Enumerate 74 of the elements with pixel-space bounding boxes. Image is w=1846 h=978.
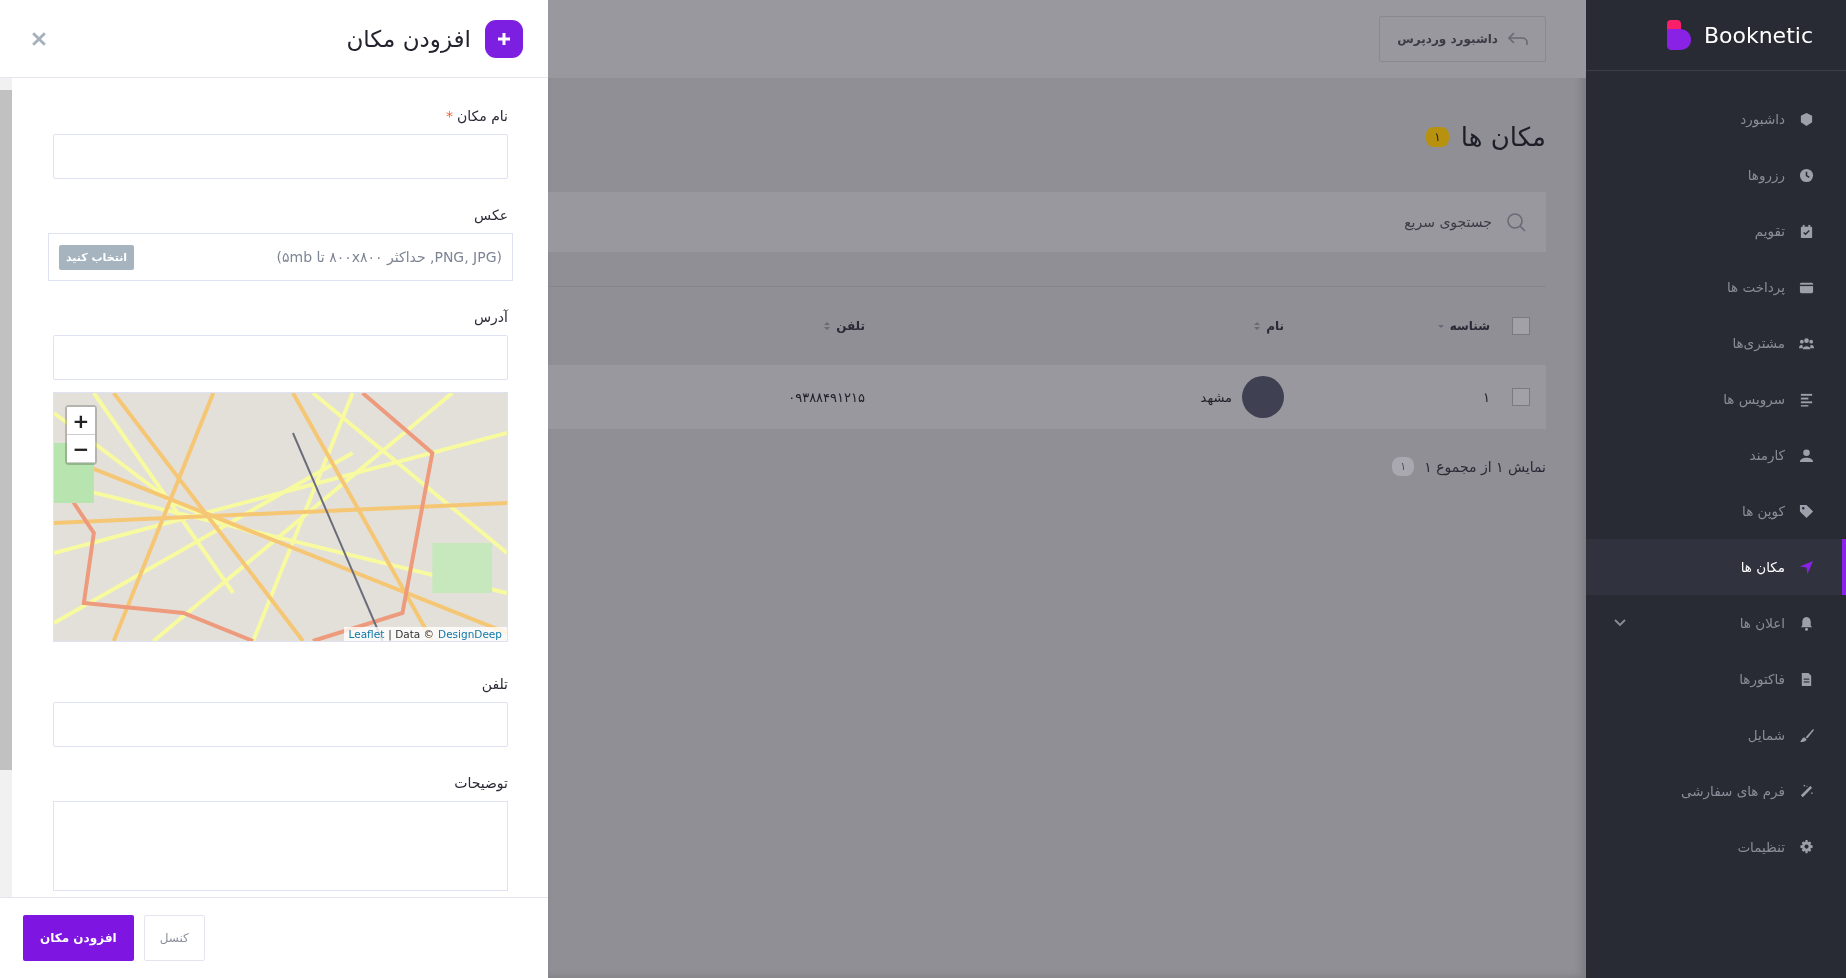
table-cell: ۰۹۳۸۸۴۹۱۲۱۵ xyxy=(788,389,865,405)
scrollbar[interactable] xyxy=(0,78,12,897)
field-label: تلفن xyxy=(481,676,508,692)
settings-icon xyxy=(1799,839,1814,855)
sidebar-item[interactable]: سرویس ها xyxy=(1586,371,1846,427)
logo-icon xyxy=(1665,19,1692,51)
magic-wand-icon xyxy=(1799,783,1814,799)
wordpress-dashboard-button[interactable]: داشبورد وردپرس xyxy=(1379,16,1546,62)
input-field[interactable] xyxy=(53,335,508,380)
sidebar-item[interactable]: مشتری‌ها xyxy=(1586,315,1846,371)
pagination-summary: نمایش ۱ از مجموع ۱ xyxy=(1424,458,1546,475)
chevron-down-icon[interactable] xyxy=(1614,619,1626,627)
row-checkbox[interactable] xyxy=(1512,388,1530,406)
zoom-in-button[interactable]: + xyxy=(67,407,95,435)
map-drawing[interactable] xyxy=(54,393,507,641)
users-icon xyxy=(1799,335,1814,351)
sort-icon[interactable] xyxy=(1253,321,1262,331)
field-label: نام مکان xyxy=(456,108,508,124)
sidebar-item[interactable]: فاکتورها xyxy=(1586,651,1846,707)
sidebar-item[interactable]: داشبورد xyxy=(1586,91,1846,147)
list-icon xyxy=(1799,391,1814,407)
person-icon xyxy=(1799,447,1814,463)
cube-icon xyxy=(1799,111,1814,127)
file-field[interactable]: (PNG, JPG, حداکثر ۸۰۰x۸۰۰ تا ۵mb) انتخاب کنید xyxy=(48,233,513,281)
input-field[interactable] xyxy=(53,702,508,747)
clock-icon xyxy=(1799,167,1814,183)
field-label: آدرس xyxy=(474,309,508,325)
table-cell: مشهد xyxy=(1200,389,1232,405)
field-label: توضیحات xyxy=(454,775,508,791)
sidebar-item[interactable]: مکان ها xyxy=(1586,539,1846,595)
sidebar-item[interactable]: اعلان ها xyxy=(1586,595,1846,651)
sidebar-item[interactable]: کارمند xyxy=(1586,427,1846,483)
search-field[interactable]: جستجوی سریع xyxy=(548,192,1546,252)
column-header[interactable]: شناسه xyxy=(1449,319,1490,333)
page-title: مکان ها xyxy=(1460,122,1546,152)
file-placeholder: (PNG, JPG, حداکثر ۸۰۰x۸۰۰ تا ۵mb) xyxy=(276,249,502,265)
textarea-field[interactable] xyxy=(53,801,508,891)
sidebar-item[interactable]: تنظیمات xyxy=(1586,819,1846,875)
calendar-icon xyxy=(1799,223,1814,239)
close-icon[interactable] xyxy=(32,31,46,46)
table-cell: ۱ xyxy=(1483,389,1490,405)
tag-icon xyxy=(1799,503,1814,519)
column-header[interactable]: نام xyxy=(1266,319,1284,333)
document-icon xyxy=(1799,671,1814,687)
sidebar-item[interactable]: شمایل xyxy=(1586,707,1846,763)
plus-icon xyxy=(485,19,523,58)
bell-icon xyxy=(1799,615,1814,631)
submit-button[interactable]: افزودن مکان xyxy=(23,915,134,961)
photo-placeholder xyxy=(1242,376,1284,418)
source-link[interactable]: DesignDeep xyxy=(438,628,502,640)
sidebar-item[interactable]: پرداخت ها xyxy=(1586,259,1846,315)
required-mark: * xyxy=(445,108,453,124)
brand-name: Booknetic xyxy=(1703,22,1813,48)
attribution-text: | Data © xyxy=(388,628,435,640)
field-label: عکس xyxy=(474,207,508,223)
sort-icon[interactable] xyxy=(823,321,832,331)
navigation-arrow-icon xyxy=(1799,559,1814,575)
return-arrow-icon xyxy=(1508,32,1528,46)
leaflet-link[interactable]: Leaflet xyxy=(348,628,385,640)
page-number[interactable]: ۱ xyxy=(1392,457,1415,476)
sidebar-item[interactable]: کوپن ها xyxy=(1586,483,1846,539)
zoom-out-button[interactable]: − xyxy=(67,435,95,463)
cancel-button[interactable]: کنسل xyxy=(143,915,205,961)
sidebar-item[interactable]: رزروها xyxy=(1586,147,1846,203)
panel-title: افزودن مکان xyxy=(346,25,471,52)
count-badge: ۱ xyxy=(1426,127,1449,147)
sidebar-item[interactable]: فرم های سفارشی xyxy=(1586,763,1846,819)
search-icon xyxy=(1506,212,1526,232)
sidebar-item[interactable]: تقویم xyxy=(1586,203,1846,259)
input-field[interactable] xyxy=(53,134,508,179)
select-all-checkbox[interactable] xyxy=(1512,317,1530,335)
table-row[interactable]: ۱ مشهد ۰۹۳۸۸۴۹۱۲۱۵ xyxy=(548,365,1546,429)
column-header[interactable]: تلفن xyxy=(836,319,865,333)
brush-icon xyxy=(1799,727,1814,743)
